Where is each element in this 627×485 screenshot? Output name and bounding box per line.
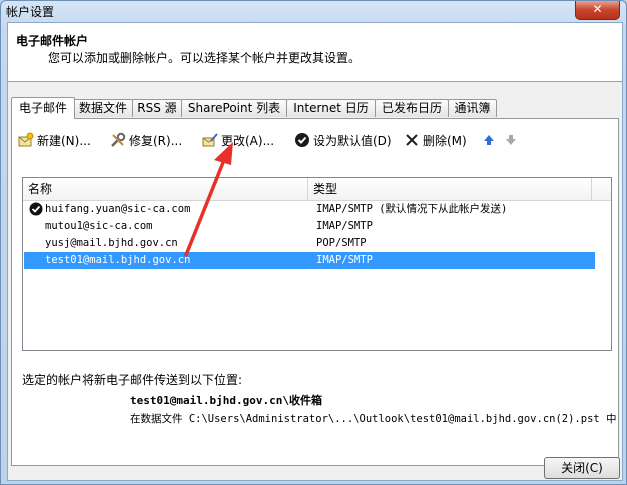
default-account-check-icon — [29, 202, 43, 216]
delivery-data-file: 在数据文件 C:\Users\Administrator\...\Outlook… — [130, 413, 617, 425]
title-bar: 帐户设置 ✕ — [1, 1, 626, 21]
new-button-label: 新建(N)... — [37, 133, 91, 148]
delivery-label: 选定的帐户将新电子邮件传送到以下位置: — [22, 373, 243, 387]
window-close-button[interactable]: ✕ — [575, 1, 620, 20]
account-type: POP/SMTP — [316, 237, 367, 249]
dialog-client-area: 电子邮件帐户 您可以添加或删除帐户。可以选择某个帐户并更改其设置。 电子邮件 数… — [7, 22, 623, 481]
tab-email[interactable]: 电子邮件 — [11, 97, 75, 119]
account-row[interactable]: huifang.yuan@sic-ca.com IMAP/SMTP (默认情况下… — [24, 201, 595, 218]
tab-rss-feeds[interactable]: RSS 源 — [132, 99, 182, 117]
delivery-folder: test01@mail.bjhd.gov.cn\收件箱 — [130, 394, 322, 407]
toolbar: 新建(N)... 修复(R)... 更改(A)... 设为默认值(D) 删除(M… — [18, 129, 612, 151]
new-account-icon — [18, 132, 34, 147]
repair-button-label: 修复(R)... — [129, 133, 183, 148]
account-name: test01@mail.bjhd.gov.cn — [45, 254, 191, 266]
column-header-type[interactable]: 类型 — [308, 178, 592, 200]
set-default-button-label: 设为默认值(D) — [313, 133, 392, 148]
delete-x-icon — [406, 134, 418, 146]
header-title: 电子邮件帐户 — [16, 34, 89, 48]
set-default-button[interactable]: 设为默认值(D) — [294, 131, 392, 149]
account-row[interactable]: mutou1@sic-ca.com IMAP/SMTP — [24, 218, 595, 235]
account-settings-window: 帐户设置 ✕ 电子邮件帐户 您可以添加或删除帐户。可以选择某个帐户并更改其设置。… — [0, 0, 627, 485]
header-description: 您可以添加或删除帐户。可以选择某个帐户并更改其设置。 — [48, 51, 361, 65]
move-up-button[interactable] — [481, 131, 500, 149]
new-button[interactable]: 新建(N)... — [18, 131, 91, 149]
delete-button[interactable]: 删除(M) — [404, 131, 467, 149]
move-down-button[interactable] — [503, 131, 522, 149]
repair-tools-icon — [111, 132, 126, 147]
tab-sharepoint-lists[interactable]: SharePoint 列表 — [181, 99, 287, 117]
account-name: huifang.yuan@sic-ca.com — [45, 203, 191, 215]
tab-data-files[interactable]: 数据文件 — [73, 99, 133, 117]
arrow-down-icon — [506, 135, 516, 145]
close-button[interactable]: 关闭(C) — [544, 457, 620, 479]
tab-published-calendars[interactable]: 已发布日历 — [375, 99, 449, 117]
tab-address-books[interactable]: 通讯簿 — [448, 99, 497, 117]
account-type: IMAP/SMTP — [316, 220, 373, 232]
email-tab-panel: 新建(N)... 修复(R)... 更改(A)... 设为默认值(D) 删除(M… — [11, 118, 619, 466]
checkmark-circle-icon — [295, 133, 309, 147]
repair-button[interactable]: 修复(R)... — [110, 131, 182, 149]
change-button[interactable]: 更改(A)... — [202, 131, 274, 149]
account-type: IMAP/SMTP — [316, 254, 373, 266]
change-account-icon — [202, 133, 218, 147]
account-type: IMAP/SMTP (默认情况下从此帐户发送) — [316, 203, 508, 215]
account-name: mutou1@sic-ca.com — [45, 220, 153, 232]
header-band: 电子邮件帐户 您可以添加或删除帐户。可以选择某个帐户并更改其设置。 — [8, 23, 622, 82]
list-header: 名称 类型 — [23, 178, 611, 201]
account-row-selected[interactable]: test01@mail.bjhd.gov.cn IMAP/SMTP — [24, 252, 595, 269]
change-button-label: 更改(A)... — [221, 133, 275, 148]
tab-internet-calendars[interactable]: Internet 日历 — [286, 99, 376, 117]
arrow-up-icon — [484, 135, 494, 145]
window-title: 帐户设置 — [6, 5, 55, 19]
account-row[interactable]: yusj@mail.bjhd.gov.cn POP/SMTP — [24, 235, 595, 252]
delete-button-label: 删除(M) — [423, 133, 467, 148]
account-name: yusj@mail.bjhd.gov.cn — [45, 237, 178, 249]
account-list[interactable]: 名称 类型 huifang.yuan@sic-ca.com IMAP/SMTP … — [22, 177, 612, 351]
column-header-name[interactable]: 名称 — [23, 178, 308, 200]
